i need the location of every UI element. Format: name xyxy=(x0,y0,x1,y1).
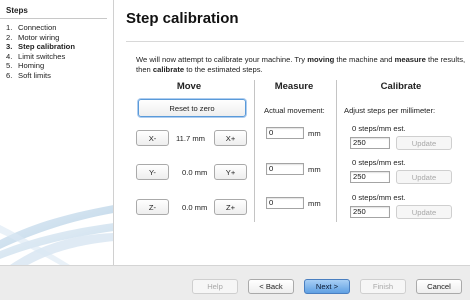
steps-sidebar: Steps 1. Connection 2. Motor wiring 3. Step… xyxy=(0,0,114,265)
step-item-homing: 5. Homing xyxy=(6,61,45,71)
next-button[interactable]: Next > xyxy=(304,279,350,294)
measure-x-unit: mm xyxy=(308,129,321,138)
adjust-steps-label: Adjust steps per millimeter: xyxy=(344,106,436,115)
column-divider-1 xyxy=(254,80,255,222)
z-steps-estimate: 0 steps/mm est. xyxy=(352,193,406,202)
actual-movement-label: Actual movement: xyxy=(264,106,325,115)
step-item-connection: 1. Connection xyxy=(6,23,57,32)
wizard-button-bar: Help < Back Next > Finish Cancel xyxy=(0,265,470,300)
y-plus-button[interactable]: Y+ xyxy=(214,164,247,180)
step-item-motor-wiring: 2. Motor wiring xyxy=(6,32,60,42)
z-update-button[interactable]: Update xyxy=(396,205,452,219)
page-title: Step calibration xyxy=(126,10,239,27)
step-item-limit-switches: 4. Limit switches xyxy=(6,51,66,61)
x-minus-button[interactable]: X- xyxy=(136,130,169,146)
sidebar-heading: Steps xyxy=(0,0,107,19)
main-panel: Step calibration We will now attempt to … xyxy=(114,0,470,265)
measure-y-unit: mm xyxy=(308,165,321,174)
calibrate-heading: Calibrate xyxy=(380,81,422,92)
decorative-wave-art xyxy=(0,205,113,265)
y-position-value: 0.0 mm xyxy=(182,168,208,177)
z-position-value: 0.0 mm xyxy=(182,203,208,212)
intro-text: We will now attempt to calibrate your ma… xyxy=(136,55,466,74)
y-update-button[interactable]: Update xyxy=(396,170,452,184)
y-minus-button[interactable]: Y- xyxy=(136,164,169,180)
reset-to-zero-button[interactable]: Reset to zero xyxy=(138,99,246,117)
z-minus-button[interactable]: Z- xyxy=(136,199,169,215)
column-divider-2 xyxy=(336,80,337,222)
y-steps-estimate: 0 steps/mm est. xyxy=(352,158,406,167)
help-button[interactable]: Help xyxy=(192,279,238,294)
measure-heading: Measure xyxy=(274,81,314,92)
measure-z-input[interactable]: 0 xyxy=(266,197,304,209)
y-steps-input[interactable]: 250 xyxy=(350,171,390,183)
step-item-soft-limits: 6. Soft limits xyxy=(6,70,51,80)
step-item-step-calibration: 3. Step calibration xyxy=(6,42,75,52)
cancel-button[interactable]: Cancel xyxy=(416,279,462,294)
measure-z-unit: mm xyxy=(308,199,321,208)
x-steps-estimate: 0 steps/mm est. xyxy=(352,124,406,133)
x-position-value: 11.7 mm xyxy=(176,134,205,143)
x-steps-input[interactable]: 250 xyxy=(350,137,390,149)
finish-button[interactable]: Finish xyxy=(360,279,406,294)
x-update-button[interactable]: Update xyxy=(396,136,452,150)
title-divider xyxy=(126,41,464,42)
x-plus-button[interactable]: X+ xyxy=(214,130,247,146)
steps-list: 1. Connection 2. Motor wiring 3. Step calib… xyxy=(0,19,113,81)
back-button[interactable]: < Back xyxy=(248,279,294,294)
measure-y-input[interactable]: 0 xyxy=(266,163,304,175)
move-heading: Move xyxy=(176,81,202,92)
measure-x-input[interactable]: 0 xyxy=(266,127,304,139)
z-plus-button[interactable]: Z+ xyxy=(214,199,247,215)
z-steps-input[interactable]: 250 xyxy=(350,206,390,218)
